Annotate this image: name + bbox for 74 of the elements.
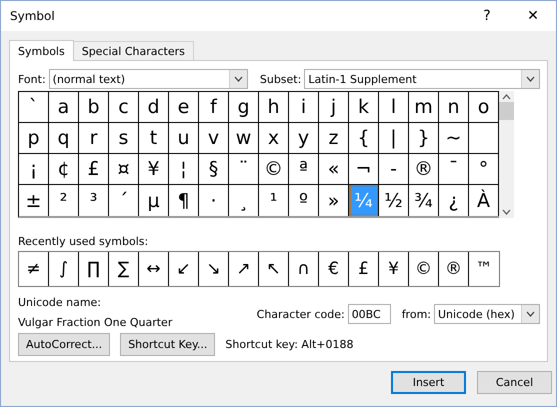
symbol-cell[interactable]: ¤	[109, 154, 139, 185]
dialog-button[interactable]: Shortcut Key...	[120, 333, 216, 356]
unicode-name-value: Vulgar Fraction One Quarter	[18, 316, 174, 329]
font-dropdown[interactable]: (normal text)	[48, 69, 248, 89]
scroll-up-icon[interactable]	[502, 94, 511, 100]
symbol-cell[interactable]: i	[289, 92, 319, 123]
dialog-button[interactable]: Insert	[391, 371, 466, 394]
symbol-cell[interactable]: ¨	[229, 154, 259, 185]
scrollbar[interactable]	[499, 91, 514, 218]
symbol-cell[interactable]: m	[409, 92, 439, 123]
symbol-cell[interactable]: ~	[439, 123, 469, 154]
symbol-cell[interactable]: -	[379, 154, 409, 185]
symbol-cell[interactable]: §	[199, 154, 229, 185]
symbol-cell[interactable]: |	[379, 123, 409, 154]
symbol-cell[interactable]: ¥	[139, 154, 169, 185]
symbol-cell[interactable]: u	[169, 123, 199, 154]
from-label: from:	[402, 308, 431, 320]
help-button[interactable]: ?	[464, 1, 510, 31]
unicode-name-label: Unicode name:	[18, 296, 102, 309]
shortcut-key-text: Shortcut key: Alt+0188	[225, 338, 354, 351]
symbol-cell[interactable]: z	[319, 123, 349, 154]
symbol-cell[interactable]: }	[409, 123, 439, 154]
symbol-cell[interactable]: l	[379, 92, 409, 123]
character-code-field[interactable]: 00BC	[348, 304, 391, 324]
symbol-cell[interactable]: ¦	[169, 154, 199, 185]
character-code-label: Character code:	[256, 308, 345, 320]
window-title: Symbol	[10, 9, 56, 23]
symbol-cell[interactable]: c	[109, 92, 139, 123]
symbol-cell[interactable]: s	[109, 123, 139, 154]
from-dropdown[interactable]: Unicode (hex)	[434, 304, 540, 324]
symbol-cell[interactable]: ®	[409, 154, 439, 185]
symbol-cell[interactable]: w	[229, 123, 259, 154]
scroll-down-icon[interactable]	[502, 209, 511, 215]
symbol-cell[interactable]: q	[49, 123, 79, 154]
symbol-cell[interactable]: ¬	[349, 154, 379, 185]
symbol-cell[interactable]	[469, 123, 499, 154]
symbol-cell[interactable]: j	[319, 92, 349, 123]
close-button[interactable]: ✕	[510, 1, 556, 31]
recent-symbols-label: Recently used symbols:	[18, 235, 150, 248]
symbol-cell[interactable]: f	[199, 92, 229, 123]
symbol-cell[interactable]: y	[289, 123, 319, 154]
symbol-cell[interactable]: r	[79, 123, 109, 154]
symbol-cell[interactable]: b	[79, 92, 109, 123]
symbol-cell[interactable]: t	[139, 123, 169, 154]
symbol-cell[interactable]: g	[229, 92, 259, 123]
symbol-cell[interactable]: e	[169, 92, 199, 123]
symbol-cell[interactable]: p	[19, 123, 49, 154]
tab[interactable]: Symbols	[9, 40, 74, 61]
symbol-cell[interactable]: k	[349, 92, 379, 123]
recent-symbol[interactable]: ™	[469, 252, 499, 286]
scroll-thumb[interactable]	[499, 102, 514, 120]
symbol-cell[interactable]: {	[349, 123, 379, 154]
dialog-button[interactable]: AutoCorrect...	[18, 333, 110, 356]
symbol-cell[interactable]: h	[259, 92, 289, 123]
symbol-cell[interactable]: ¯	[439, 154, 469, 185]
subset-dropdown[interactable]: Latin-1 Supplement	[304, 69, 540, 89]
symbol-cell[interactable]: ª	[289, 154, 319, 185]
symbol-cell[interactable]: °	[469, 154, 499, 185]
symbol-cell[interactable]: «	[319, 154, 349, 185]
symbol-cell[interactable]: £	[79, 154, 109, 185]
symbol-cell[interactable]: d	[139, 92, 169, 123]
symbol-cell[interactable]: ¢	[49, 154, 79, 185]
dialog-button[interactable]: Cancel	[477, 371, 552, 394]
symbol-cell[interactable]: n	[439, 92, 469, 123]
tab[interactable]: Special Characters	[72, 41, 194, 60]
symbol-cell[interactable]: v	[199, 123, 229, 154]
symbol-cell[interactable]: ©	[259, 154, 289, 185]
symbol-cell[interactable]: `	[19, 92, 49, 123]
font-label: Font:	[18, 72, 46, 86]
symbol-cell[interactable]: o	[469, 92, 499, 123]
symbol-cell[interactable]: ¡	[19, 154, 49, 185]
subset-label: Subset:	[260, 72, 302, 86]
symbol-cell[interactable]: x	[259, 123, 289, 154]
symbol-cell[interactable]: a	[49, 92, 79, 123]
